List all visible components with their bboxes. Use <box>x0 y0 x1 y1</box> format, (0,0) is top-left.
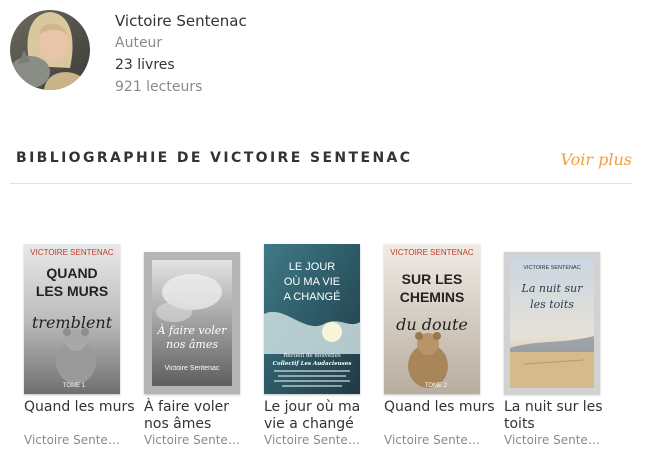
cover-tome: TOME 1 <box>63 383 86 389</box>
svg-text:A CHANGÉ: A CHANGÉ <box>284 290 341 303</box>
book-author[interactable]: Victoire Sente… <box>384 433 488 447</box>
author-header: Victoire Sentenac Auteur 23 livres 921 l… <box>10 10 430 95</box>
cover-top-text: VICTOIRE SENTENAC <box>30 248 114 257</box>
book-title[interactable]: À faire voler nos âmes <box>144 399 256 433</box>
book-title[interactable]: Quand les murs <box>384 399 496 416</box>
book-cover[interactable]: VICTOIRE SENTENAC SUR LES CHEMINS du dou… <box>384 244 480 394</box>
book-cover[interactable]: VICTOIRE SENTENAC La nuit sur les toits <box>504 252 600 394</box>
see-more-link[interactable]: Voir plus <box>561 150 632 169</box>
book-author[interactable]: Victoire Sente… <box>24 433 128 447</box>
cover-script-text: du doute <box>396 315 468 334</box>
book-cover[interactable]: À faire voler nos âmes Victoire Sentenac <box>144 252 240 394</box>
cover-script-text: tremblent <box>32 313 113 332</box>
svg-text:QUAND: QUAND <box>46 265 97 281</box>
author-role: Auteur <box>115 35 163 51</box>
section-title: BIBLIOGRAPHIE DE VICTOIRE SENTENAC <box>16 150 413 166</box>
cover-sub1: Recueil de nouvelles <box>283 353 341 359</box>
svg-text:LES MURS: LES MURS <box>36 283 108 299</box>
cover-tome: TOME 2 <box>425 383 448 389</box>
svg-text:OÙ MA VIE: OÙ MA VIE <box>284 275 340 288</box>
cover-top-text: VICTOIRE SENTENAC <box>390 248 474 257</box>
cover-author: Victoire Sentenac <box>165 365 220 372</box>
book-cover[interactable]: VICTOIRE SENTENAC QUAND LES MURS tremble… <box>24 244 120 394</box>
author-avatar[interactable] <box>10 10 90 90</box>
book-author[interactable]: Victoire Sente… <box>144 433 248 447</box>
book-title[interactable]: La nuit sur les toits <box>504 399 616 433</box>
svg-text:CHEMINS: CHEMINS <box>400 289 465 305</box>
svg-text:À faire voler: À faire voler <box>157 323 228 337</box>
cover-top-text: VICTOIRE SENTENAC <box>523 265 580 271</box>
book-title[interactable]: Le jour où ma vie a changé <box>264 399 376 433</box>
svg-text:La nuit sur: La nuit sur <box>521 282 584 295</box>
author-name[interactable]: Victoire Sentenac <box>115 10 247 32</box>
svg-text:LE JOUR: LE JOUR <box>289 261 336 273</box>
cover-sub2: Collectif Les Audacieuses <box>273 361 352 367</box>
author-readers-count: 921 lecteurs <box>115 79 203 95</box>
book-author[interactable]: Victoire Sente… <box>504 433 608 447</box>
author-books-count: 23 livres <box>115 57 175 73</box>
section-divider <box>10 183 632 184</box>
book-author[interactable]: Victoire Sente… <box>264 433 368 447</box>
svg-text:les toits: les toits <box>530 298 574 311</box>
svg-text:SUR LES: SUR LES <box>402 271 463 287</box>
book-title[interactable]: Quand les murs <box>24 399 136 416</box>
svg-text:nos âmes: nos âmes <box>166 338 218 351</box>
book-cover[interactable]: LE JOUR OÙ MA VIE A CHANGÉ Recueil de no… <box>264 244 360 394</box>
author-info: Victoire Sentenac Auteur 23 livres 921 l… <box>115 10 247 98</box>
